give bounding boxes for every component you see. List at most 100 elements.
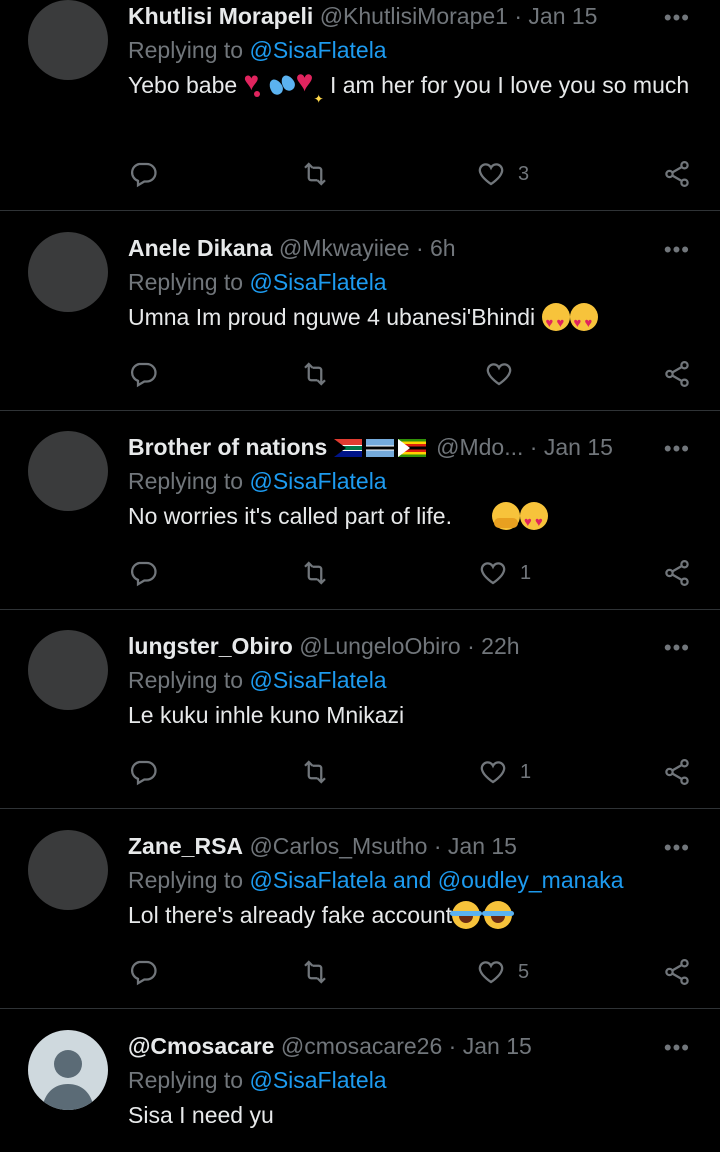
timestamp[interactable]: Jan 15 <box>528 3 597 29</box>
reply-tweet[interactable]: Zane_RSA @Carlos_Msutho · Jan 15 Replyin… <box>0 830 720 1008</box>
user-handle[interactable]: @Carlos_Msutho <box>249 833 427 859</box>
reply-button[interactable] <box>128 354 158 394</box>
divider <box>0 410 720 411</box>
default-avatar[interactable] <box>28 1030 108 1110</box>
display-name[interactable]: Khutlisi Morapeli <box>128 3 313 29</box>
retweet-icon <box>304 162 326 186</box>
more-options-icon[interactable]: ••• <box>664 637 690 659</box>
reply-button[interactable] <box>128 154 158 194</box>
reply-button[interactable] <box>128 752 158 792</box>
user-handle[interactable]: @Mdo... <box>436 434 523 460</box>
sparkling-heart-icon <box>296 65 324 116</box>
timestamp[interactable]: Jan 15 <box>448 833 517 859</box>
tweet-header: Zane_RSA @Carlos_Msutho · Jan 15 <box>128 830 700 862</box>
tweet-text: Yebo babe I am her for you I love you so… <box>128 65 700 116</box>
tweet-text-part: No worries it's called part of life. <box>128 503 452 529</box>
reply-button[interactable] <box>128 553 158 593</box>
like-button[interactable]: 5 <box>476 952 529 992</box>
avatar[interactable] <box>28 232 108 312</box>
user-handle[interactable]: @cmosacare26 <box>281 1033 442 1059</box>
mention-link[interactable]: @SisaFlatela <box>249 667 386 693</box>
retweet-button[interactable] <box>300 553 330 593</box>
timestamp[interactable]: 6h <box>430 235 456 261</box>
heart-icon <box>486 363 512 386</box>
like-count: 1 <box>520 561 532 584</box>
heart-icon <box>480 562 506 585</box>
share-button[interactable] <box>662 752 692 792</box>
mention-link[interactable]: @SisaFlatela <box>249 468 386 494</box>
tweet-text-part: Lol there's already fake account <box>128 902 453 928</box>
share-icon <box>665 959 689 985</box>
reply-button[interactable] <box>128 952 158 992</box>
tweet-text: Sisa I need yu <box>128 1099 700 1132</box>
replying-to-line: Replying to @SisaFlatela <box>128 463 700 499</box>
display-name[interactable]: Zane_RSA <box>128 833 243 859</box>
like-count: 5 <box>518 960 530 983</box>
like-button[interactable] <box>484 354 526 394</box>
retweet-button[interactable] <box>300 154 330 194</box>
reply-tweet[interactable]: Brother of nations @Mdo... · Jan 15 Repl… <box>0 431 720 609</box>
action-bar: 5 <box>128 952 708 992</box>
divider <box>0 210 720 211</box>
display-name[interactable]: @Cmosacare <box>128 1033 274 1059</box>
retweet-icon <box>304 362 326 386</box>
reply-icon <box>131 960 157 986</box>
more-options-icon[interactable]: ••• <box>664 837 690 859</box>
replying-to-line: Replying to @SisaFlatela <box>128 662 700 698</box>
avatar[interactable] <box>28 0 108 80</box>
like-button[interactable]: 1 <box>478 752 531 792</box>
avatar[interactable] <box>28 830 108 910</box>
mention-link[interactable]: @oudley_manaka <box>438 867 624 893</box>
more-options-icon[interactable]: ••• <box>664 438 690 460</box>
separator-dot: · <box>514 3 523 29</box>
mention-link[interactable]: @SisaFlatela <box>249 867 386 893</box>
sweat-droplets-icon <box>268 71 296 99</box>
tweet-text: Lol there's already fake account <box>128 899 700 932</box>
tweet-text-part: I am her for you I love you so much <box>323 72 690 98</box>
display-name[interactable]: Anele Dikana <box>128 235 272 261</box>
share-button[interactable] <box>662 154 692 194</box>
retweet-button[interactable] <box>300 752 330 792</box>
share-button[interactable] <box>662 553 692 593</box>
replying-to-line: Replying to @SisaFlatela <box>128 264 700 300</box>
more-options-icon[interactable]: ••• <box>664 7 690 29</box>
avatar[interactable] <box>28 431 108 511</box>
retweet-icon <box>304 760 326 784</box>
display-name[interactable]: lungster_Obiro <box>128 633 293 659</box>
share-button[interactable] <box>662 354 692 394</box>
share-icon <box>665 759 689 785</box>
display-name[interactable]: Brother of nations <box>128 434 327 460</box>
reply-tweet[interactable]: lungster_Obiro @LungeloObiro · 22h Reply… <box>0 630 720 808</box>
mention-link[interactable]: @SisaFlatela <box>249 37 386 63</box>
like-button[interactable]: 3 <box>476 154 529 194</box>
tears-of-joy-icon <box>482 901 515 929</box>
retweet-button[interactable] <box>300 952 330 992</box>
reply-tweet[interactable]: @Cmosacare @cmosacare26 · Jan 15 Replyin… <box>0 1030 720 1152</box>
like-count: 3 <box>518 162 530 185</box>
retweet-button[interactable] <box>300 354 330 394</box>
reply-tweet[interactable]: Khutlisi Morapeli @KhutlisiMorape1 · Jan… <box>0 0 720 210</box>
mention-link[interactable]: @SisaFlatela <box>249 269 386 295</box>
mention-link[interactable]: @SisaFlatela <box>249 1067 386 1093</box>
like-button[interactable]: 1 <box>478 553 531 593</box>
timestamp[interactable]: Jan 15 <box>463 1033 532 1059</box>
avatar[interactable] <box>28 630 108 710</box>
user-handle[interactable]: @Mkwayiiee <box>279 235 410 261</box>
tweet-header: Khutlisi Morapeli @KhutlisiMorape1 · Jan… <box>128 0 700 32</box>
share-button[interactable] <box>662 952 692 992</box>
more-options-icon[interactable]: ••• <box>664 1037 690 1059</box>
user-handle[interactable]: @KhutlisiMorape1 <box>320 3 508 29</box>
timestamp[interactable]: 22h <box>481 633 519 659</box>
heart-exclamation-icon <box>244 65 268 99</box>
replying-to-label: Replying to <box>128 468 250 494</box>
replies-feed: Khutlisi Morapeli @KhutlisiMorape1 · Jan… <box>0 0 720 1152</box>
share-icon <box>665 560 689 586</box>
south-africa-flag-icon <box>333 439 362 457</box>
user-handle[interactable]: @LungeloObiro <box>299 633 460 659</box>
heart-icon <box>478 961 504 984</box>
timestamp[interactable]: Jan 15 <box>544 434 613 460</box>
divider <box>0 1008 720 1009</box>
reply-tweet[interactable]: Anele Dikana @Mkwayiiee · 6h Replying to… <box>0 232 720 410</box>
separator-dot: · <box>433 833 442 859</box>
more-options-icon[interactable]: ••• <box>664 239 690 261</box>
